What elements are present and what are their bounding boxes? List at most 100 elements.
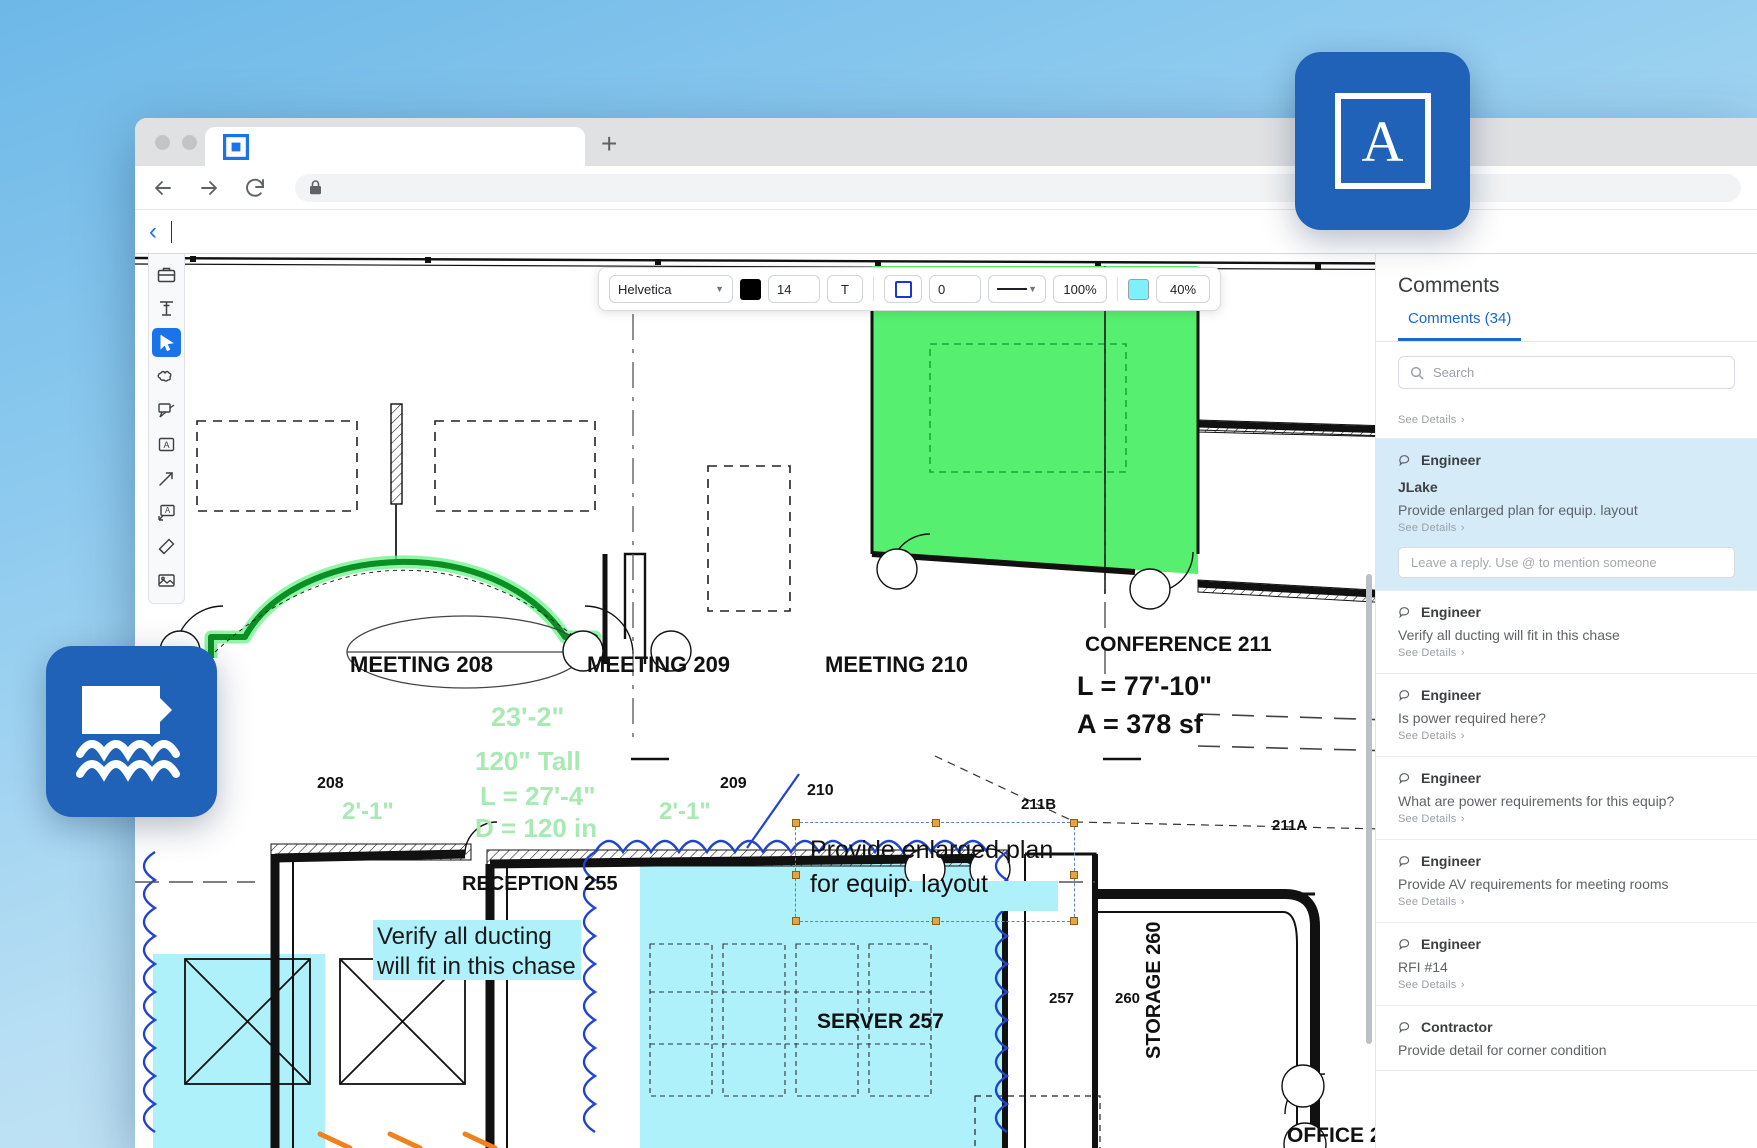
line-style-select[interactable]: ▼ bbox=[988, 275, 1046, 303]
resize-handle-ne[interactable] bbox=[1070, 819, 1078, 827]
text-color-swatch[interactable] bbox=[740, 278, 761, 300]
comments-tabs[interactable]: Comments (34) bbox=[1376, 310, 1757, 342]
see-details-link[interactable]: See Details › bbox=[1398, 892, 1735, 910]
cursor-icon[interactable] bbox=[152, 328, 181, 357]
arrow-icon[interactable] bbox=[152, 464, 181, 493]
chevron-right-icon: › bbox=[1460, 414, 1465, 426]
arc-dimension-label: D = 120 in bbox=[475, 813, 598, 843]
address-bar[interactable] bbox=[295, 173, 1741, 202]
see-details-link[interactable]: See Details › bbox=[1398, 809, 1735, 827]
door-tag: 209 bbox=[720, 775, 747, 792]
toolbox-icon[interactable] bbox=[152, 260, 181, 289]
font-family-select[interactable]: Helvetica ▼ bbox=[609, 275, 733, 303]
vertical-room-label: STORAGE 260 bbox=[1143, 921, 1165, 1059]
see-details-label: See Details bbox=[1398, 813, 1457, 825]
comment-role: Engineer bbox=[1421, 604, 1481, 620]
list-item[interactable]: Contractor Provide detail for corner con… bbox=[1376, 1006, 1757, 1071]
list-item[interactable]: Engineer What are power requirements for… bbox=[1376, 757, 1757, 840]
browser-tab[interactable] bbox=[205, 127, 585, 167]
line-width-value: 0 bbox=[938, 281, 946, 297]
minimize-window-button[interactable] bbox=[182, 135, 197, 150]
list-item[interactable]: Engineer Verify all ducting will fit in … bbox=[1376, 591, 1757, 674]
font-size-input[interactable]: 14 bbox=[768, 275, 820, 303]
line-style-icon bbox=[997, 288, 1027, 290]
see-details-link[interactable]: See Details › bbox=[1398, 975, 1735, 993]
text-format-button[interactable]: T bbox=[827, 275, 863, 303]
list-item[interactable]: Engineer Provide AV requirements for mee… bbox=[1376, 840, 1757, 923]
resize-handle-sw[interactable] bbox=[792, 917, 800, 925]
shape-style-button[interactable] bbox=[884, 275, 922, 303]
see-details-link[interactable]: See Details › bbox=[1398, 518, 1735, 536]
comment-header: Engineer bbox=[1398, 452, 1735, 468]
comment-text: Provide detail for corner condition bbox=[1398, 1042, 1607, 1058]
comment-text: Is power required here? bbox=[1398, 710, 1546, 726]
callout-icon[interactable] bbox=[152, 396, 181, 425]
resize-handle-w[interactable] bbox=[792, 871, 800, 879]
resize-handle-s[interactable] bbox=[932, 917, 940, 925]
forward-arrow-icon[interactable] bbox=[197, 176, 221, 200]
chevron-right-icon: › bbox=[1460, 647, 1465, 659]
see-details-link[interactable]: See Details › bbox=[1398, 726, 1735, 744]
resize-handle-nw[interactable] bbox=[792, 819, 800, 827]
lock-icon bbox=[310, 180, 321, 195]
tools-sidebar[interactable]: A A bbox=[148, 254, 185, 604]
text-callout-icon[interactable]: A bbox=[152, 498, 181, 527]
comments-panel[interactable]: Comments Comments (34) Search See Detail… bbox=[1366, 254, 1757, 1148]
chevron-right-icon: › bbox=[1460, 896, 1465, 908]
app-back-button[interactable]: ‹ bbox=[149, 219, 157, 244]
textbox-icon[interactable]: A bbox=[152, 430, 181, 459]
comments-scrollbar[interactable] bbox=[1366, 574, 1372, 1044]
comment-bubble-icon bbox=[1399, 855, 1410, 867]
reload-icon[interactable] bbox=[243, 176, 267, 200]
fill-color-swatch[interactable] bbox=[1128, 278, 1149, 300]
door-tag: 208 bbox=[317, 775, 344, 792]
measure-icon[interactable] bbox=[152, 294, 181, 323]
ducting-note-text[interactable]: Verify all ducting will fit in this chas… bbox=[377, 922, 576, 982]
resize-handle-e[interactable] bbox=[1070, 871, 1078, 879]
comment-bubble-icon bbox=[1399, 1021, 1410, 1033]
font-family-value: Helvetica bbox=[618, 281, 672, 297]
highlight-icon[interactable] bbox=[152, 532, 181, 561]
line-opacity-input[interactable]: 100% bbox=[1053, 275, 1107, 303]
cloud-icon[interactable] bbox=[152, 362, 181, 391]
list-item[interactable]: Engineer Is power required here? See Det… bbox=[1376, 674, 1757, 757]
comments-list[interactable]: Engineer JLake Provide enlarged plan for… bbox=[1376, 439, 1757, 1148]
tab-comments[interactable]: Comments (34) bbox=[1398, 310, 1522, 341]
document-canvas[interactable]: MEETING 208 MEETING 209 MEETING 210 RECE… bbox=[135, 254, 1757, 1148]
comment-role: Engineer bbox=[1421, 853, 1481, 869]
resize-handle-n[interactable] bbox=[932, 819, 940, 827]
comment-header: Contractor bbox=[1398, 1019, 1735, 1035]
font-size-value: 14 bbox=[777, 281, 792, 297]
browser-navbar bbox=[135, 166, 1757, 210]
fill-opacity-input[interactable]: 40% bbox=[1156, 275, 1210, 303]
comment-text: What are power requirements for this equ… bbox=[1398, 793, 1675, 809]
comment-header: Engineer bbox=[1398, 936, 1735, 952]
callout-note-text: Provide enlarged plan for equip. layout bbox=[810, 836, 1054, 898]
markup-cloud-icon bbox=[75, 685, 184, 782]
see-details-label: See Details bbox=[1398, 414, 1457, 426]
see-details-top[interactable]: See Details › bbox=[1376, 401, 1757, 439]
image-icon[interactable] bbox=[152, 566, 181, 595]
search-input[interactable]: Search bbox=[1398, 356, 1735, 389]
comment-header: Engineer bbox=[1398, 770, 1735, 786]
back-arrow-icon[interactable] bbox=[151, 176, 175, 200]
search-placeholder: Search bbox=[1433, 365, 1475, 380]
see-details-link[interactable]: See Details › bbox=[1398, 643, 1735, 661]
list-item[interactable]: Engineer RFI #14 See Details › bbox=[1376, 923, 1757, 1006]
arc-dimension-label: 120" Tall bbox=[475, 746, 581, 776]
callout-markup-box[interactable]: Provide enlarged plan for equip. layout bbox=[792, 819, 1078, 925]
svg-text:A: A bbox=[165, 506, 171, 515]
comment-bubble-icon bbox=[1399, 689, 1410, 701]
list-item[interactable]: Engineer JLake Provide enlarged plan for… bbox=[1376, 439, 1757, 591]
toolbar-divider bbox=[1117, 277, 1118, 301]
close-window-button[interactable] bbox=[155, 135, 170, 150]
resize-handle-se[interactable] bbox=[1070, 917, 1078, 925]
reply-input[interactable]: Leave a reply. Use @ to mention someone bbox=[1398, 547, 1735, 578]
comment-author: JLake bbox=[1398, 479, 1438, 495]
door-tag: 211B bbox=[1021, 796, 1057, 813]
comment-text: Provide enlarged plan for equip. layout bbox=[1398, 502, 1638, 518]
screenshot-stage: + ‹ MEETING 208 MEETING 209 MEETING 210 … bbox=[0, 0, 1757, 1148]
markup-properties-toolbar[interactable]: Helvetica ▼ 14 T 0 ▼ 100% 40% bbox=[598, 267, 1221, 311]
new-tab-button[interactable]: + bbox=[601, 130, 617, 158]
line-width-input[interactable]: 0 bbox=[929, 275, 981, 303]
